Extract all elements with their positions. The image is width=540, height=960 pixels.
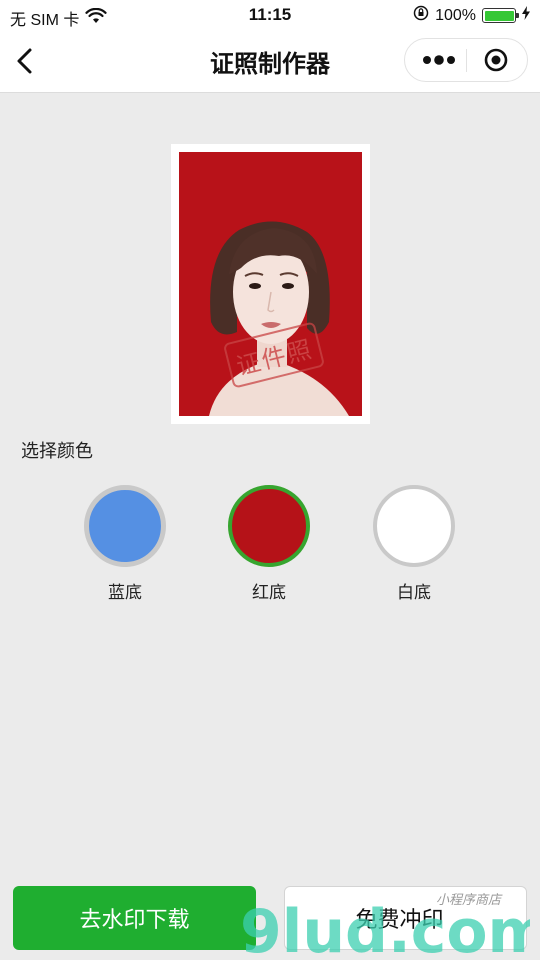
id-photo-frame: 证件照 bbox=[171, 144, 370, 424]
battery-icon bbox=[482, 8, 519, 23]
charging-bolt-icon bbox=[522, 6, 530, 25]
select-color-label: 选择颜色 bbox=[21, 441, 93, 462]
mini-program-capsule bbox=[404, 38, 528, 82]
more-button[interactable] bbox=[413, 39, 463, 81]
remove-watermark-download-button[interactable]: 去水印下载 bbox=[13, 886, 256, 950]
status-right: 100% bbox=[413, 5, 530, 26]
remove-watermark-download-label: 去水印下载 bbox=[79, 908, 190, 933]
swatch-label-white: 白底 bbox=[397, 583, 431, 603]
swatch-label-blue: 蓝底 bbox=[108, 583, 142, 603]
color-swatch-blue[interactable] bbox=[84, 485, 166, 567]
close-miniprogram-button[interactable] bbox=[469, 39, 519, 81]
id-photo-preview: 证件照 bbox=[179, 152, 362, 416]
battery-cap bbox=[516, 13, 519, 18]
target-close-icon bbox=[484, 48, 508, 72]
color-swatch-red[interactable] bbox=[228, 485, 310, 567]
battery-level bbox=[484, 10, 514, 21]
more-dots-icon bbox=[423, 55, 455, 65]
free-print-button[interactable]: 免费冲印 bbox=[284, 886, 527, 950]
swatch-label-red: 红底 bbox=[252, 583, 286, 603]
free-print-label: 免费冲印 bbox=[355, 908, 444, 933]
nav-bar: 证照制作器 bbox=[0, 32, 540, 93]
status-bar: 无 SIM 卡 11:15 100% bbox=[0, 0, 540, 32]
color-swatch-white[interactable] bbox=[373, 485, 455, 567]
orientation-lock-icon bbox=[413, 5, 429, 26]
battery-percent: 100% bbox=[435, 6, 476, 24]
capsule-divider bbox=[466, 49, 467, 72]
